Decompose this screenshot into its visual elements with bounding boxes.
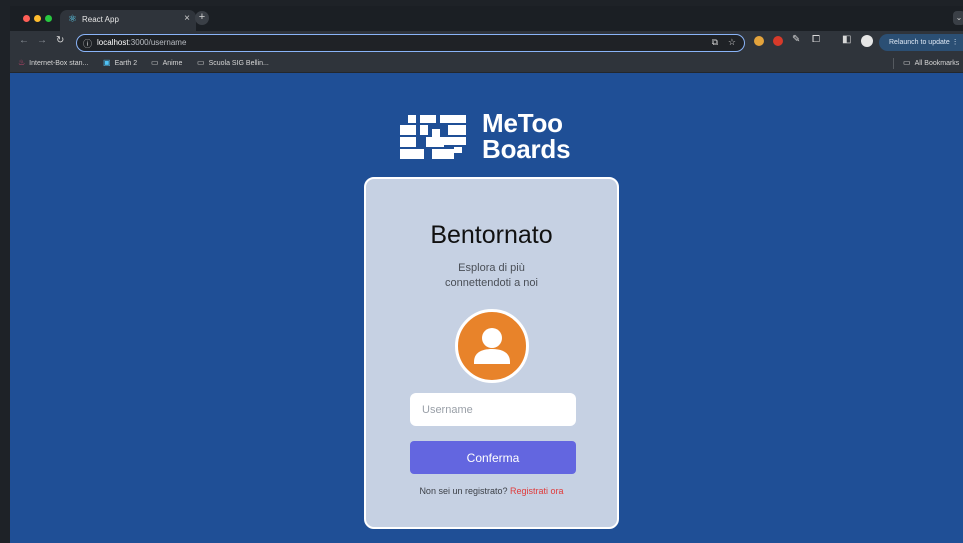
folder-icon: ▭ <box>151 58 159 67</box>
reload-icon[interactable]: ↻ <box>56 35 64 46</box>
logo-line-1: MeToo <box>482 108 563 138</box>
flame-icon: ♨ <box>18 58 26 67</box>
register-link[interactable]: Registrati ora <box>510 486 564 496</box>
tab-title: React App <box>82 15 119 24</box>
pen-icon[interactable]: ✎ <box>792 34 800 45</box>
cast-icon[interactable]: ⧉ <box>712 37 718 48</box>
bookmark-folder-anime[interactable]: ▭ Anime <box>151 58 182 67</box>
confirm-button[interactable]: Conferma <box>410 441 576 474</box>
bookmark-label: Anime <box>162 60 183 67</box>
avatar <box>455 309 529 383</box>
relaunch-to-update-button[interactable]: Relaunch to update ⋮ <box>879 34 963 51</box>
folder-icon: ▭ <box>903 58 911 67</box>
tab-search-button[interactable]: ⌄ <box>953 11 963 25</box>
subtitle-line-2: connettendoti a noi <box>445 277 538 289</box>
bookmark-label: Earth 2 <box>114 60 138 67</box>
subtitle-line-1: Esplora di più <box>458 262 525 274</box>
extension-shield-icon[interactable] <box>773 36 783 46</box>
browser-toolbar: ← → ↻ ⓘ localhost:3000/username ⧉ ☆ ✎ ⧠ … <box>10 31 963 54</box>
bookmarks-bar: ♨ Internet-Box stan... ▣ Earth 2 ▭ Anime ▭ S… <box>10 54 963 73</box>
profile-avatar-icon[interactable] <box>861 35 873 47</box>
logo-mark-icon <box>400 115 466 159</box>
tab-react-app[interactable]: ⚛ React App × <box>60 10 196 31</box>
extension-cookie-icon[interactable] <box>754 36 764 46</box>
close-tab-icon[interactable]: × <box>184 13 190 24</box>
back-icon[interactable]: ← <box>19 35 29 46</box>
url-path: :3000/username <box>128 38 187 47</box>
address-bar[interactable]: ⓘ localhost:3000/username ⧉ ☆ <box>76 34 745 52</box>
site-info-icon[interactable]: ⓘ <box>83 37 92 50</box>
page-subtitle: Esplora di più connettendoti a noi <box>406 261 577 291</box>
folder-icon: ▭ <box>197 58 205 67</box>
side-panel-icon[interactable]: ◧ <box>842 34 851 45</box>
bookmark-internet-box[interactable]: ♨ Internet-Box stan... <box>18 58 88 67</box>
bookmarks-divider <box>893 58 894 69</box>
all-bookmarks-button[interactable]: ▭ All Bookmarks <box>903 58 959 67</box>
metoo-boards-logo: MeToo Boards <box>398 110 598 164</box>
login-card: Bentornato Esplora di più connettendoti … <box>364 177 619 529</box>
minimize-window-button[interactable] <box>34 15 41 22</box>
username-input[interactable] <box>410 393 576 426</box>
page-title: Bentornato <box>430 221 553 249</box>
close-window-button[interactable] <box>23 15 30 22</box>
url-text[interactable]: localhost:3000/username <box>97 38 186 47</box>
bookmark-label: Internet-Box stan... <box>29 60 89 67</box>
new-tab-button[interactable]: + <box>195 11 209 25</box>
extensions-puzzle-icon[interactable]: ⧠ <box>812 34 820 45</box>
bookmark-folder-scuola[interactable]: ▭ Scuola SIG Bellin... <box>197 58 269 67</box>
forward-icon[interactable]: → <box>37 35 47 46</box>
bookmark-star-icon[interactable]: ☆ <box>728 37 736 48</box>
tab-strip: ⚛ React App × + ⌄ <box>10 6 963 31</box>
logo-line-2: Boards <box>482 134 571 164</box>
logo-wordmark: MeToo Boards <box>482 108 571 164</box>
all-bookmarks-label: All Bookmarks <box>914 60 960 67</box>
react-icon: ⚛ <box>68 14 77 25</box>
url-host: localhost <box>97 38 129 47</box>
bookmark-label: Scuola SIG Bellin... <box>208 60 269 67</box>
register-prompt-text: Non sei un registrato? <box>419 486 508 496</box>
relaunch-label: Relaunch to update <box>889 39 950 46</box>
user-icon <box>474 328 510 364</box>
maximize-window-button[interactable] <box>45 15 52 22</box>
register-prompt: Non sei un registrato? Registrati ora <box>366 486 617 496</box>
page-content: MeToo Boards Bentornato Esplora di più c… <box>10 74 963 543</box>
earth-app-icon: ▣ <box>103 58 111 67</box>
bookmark-earth-2[interactable]: ▣ Earth 2 <box>103 58 137 67</box>
browser-window: ⚛ React App × + ⌄ ← → ↻ ⓘ localhost:3000… <box>10 6 963 543</box>
